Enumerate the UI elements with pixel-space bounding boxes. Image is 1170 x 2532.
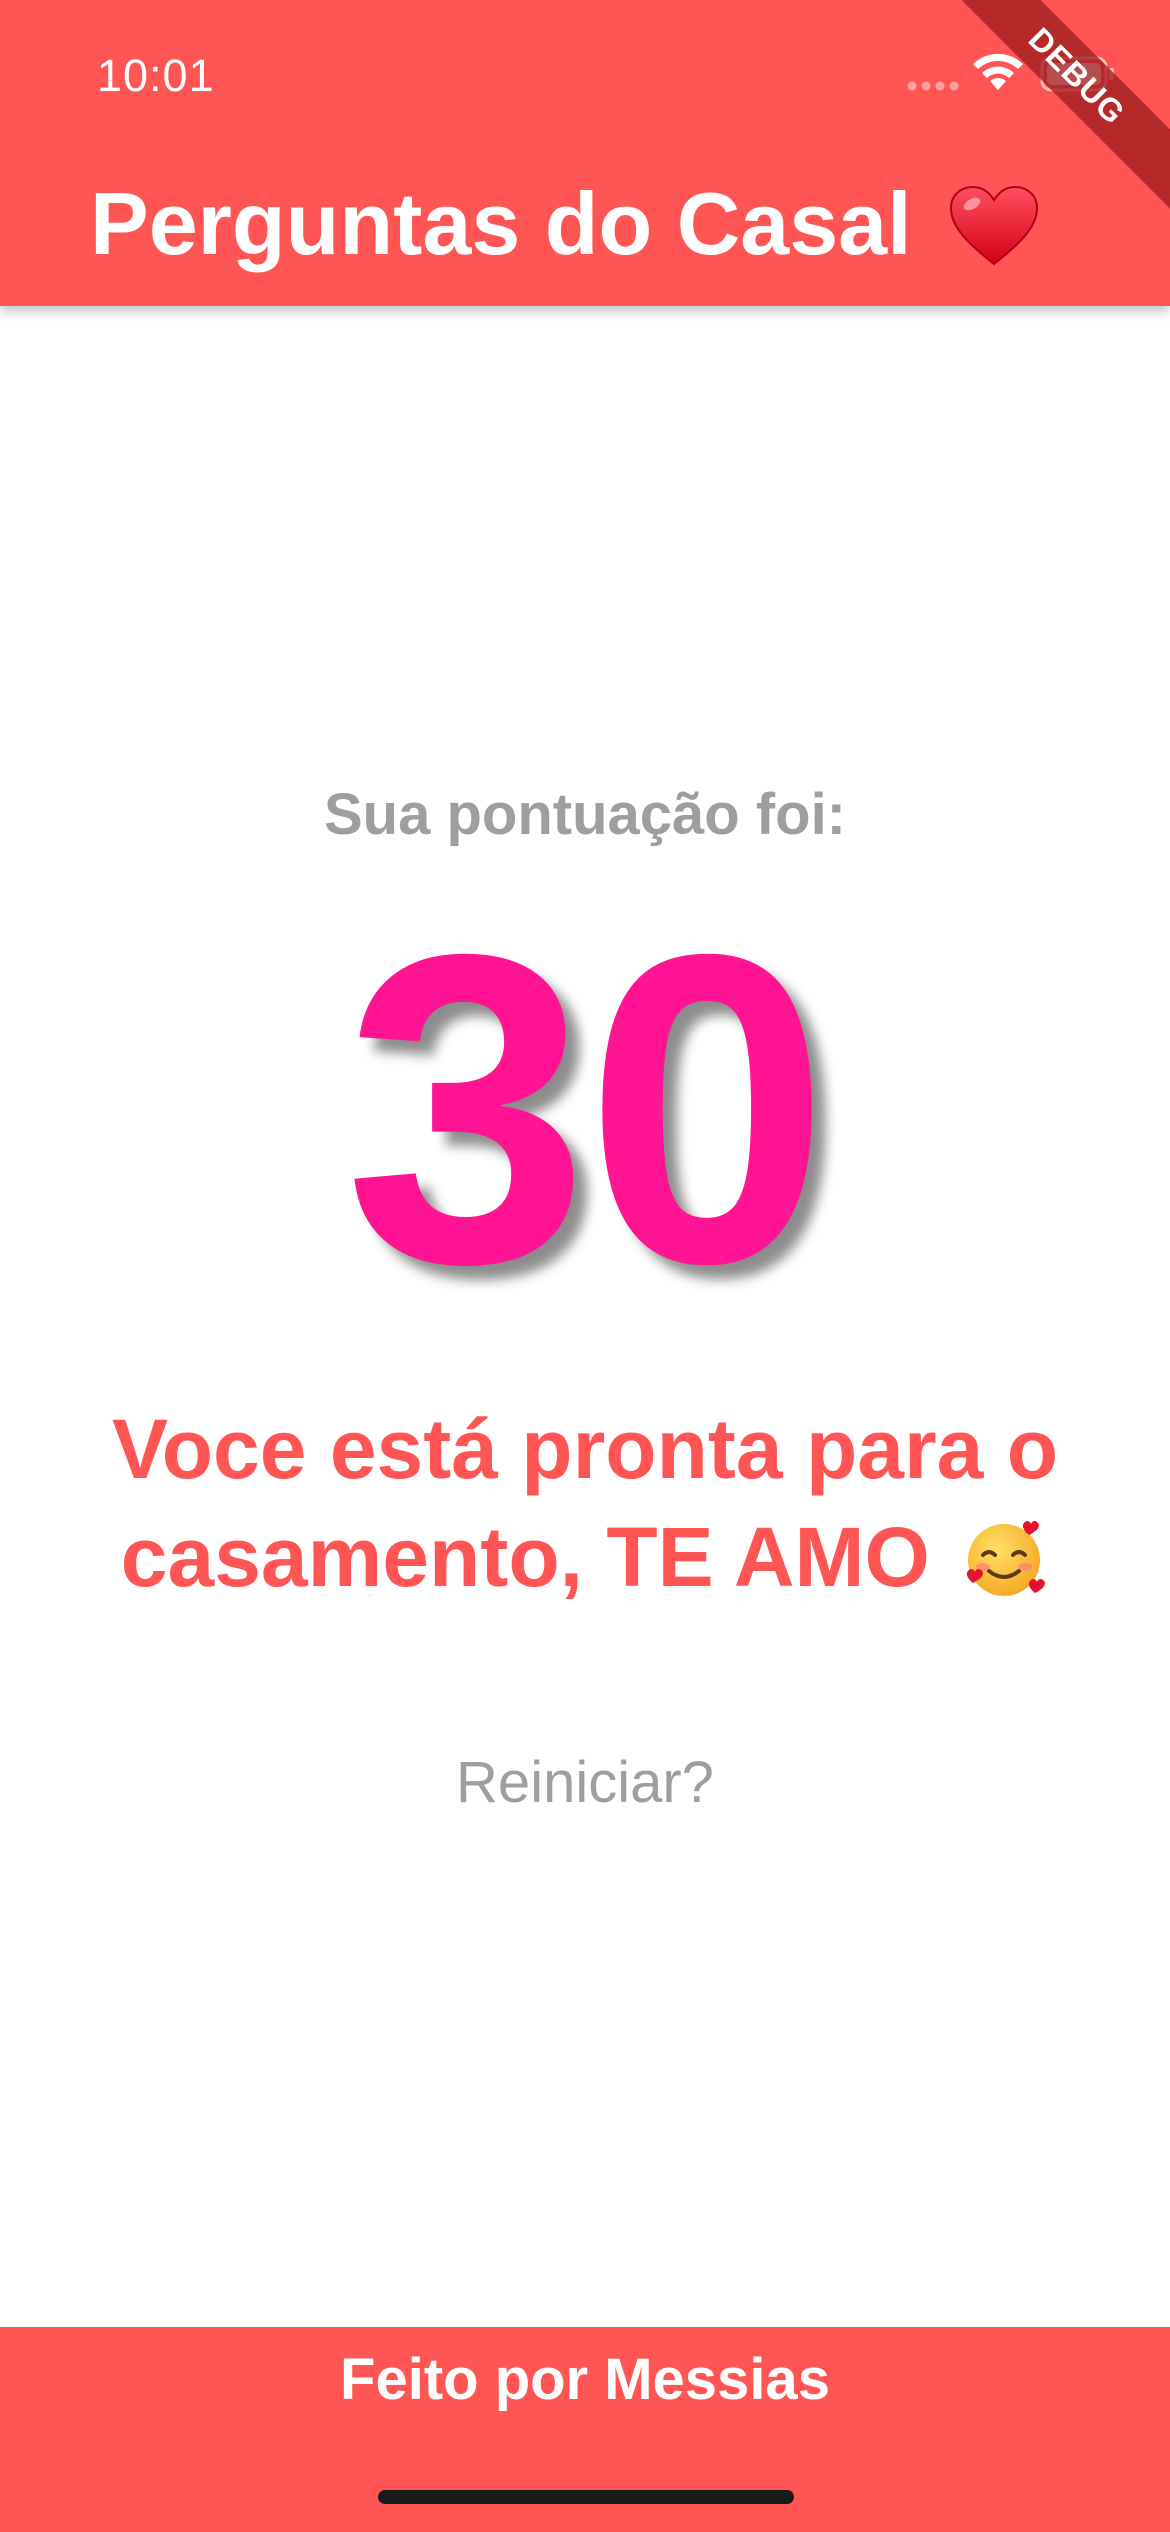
app-title: Perguntas do Casal: [90, 174, 1040, 274]
smiling-face-with-hearts-icon: [967, 1520, 1046, 1596]
home-indicator[interactable]: [378, 2490, 794, 2504]
app-screen: 10:01 Perguntas do Casal DEBUG Sua pontu…: [0, 0, 1170, 2532]
app-bar: 10:01 Perguntas do Casal: [0, 0, 1170, 306]
cellular-signal-icon: [907, 81, 959, 91]
status-bar-time: 10:01: [97, 50, 215, 101]
result-message: Voce está pronta para o casamento, TE AM…: [40, 1395, 1130, 1611]
score-value: 30: [344, 864, 829, 1355]
score-label: Sua pontuação foi:: [324, 782, 846, 847]
red-heart-icon: [950, 185, 1039, 266]
restart-button[interactable]: Reiniciar?: [385, 1748, 785, 1818]
footer-text: Feito por Messias: [340, 2347, 830, 2412]
app-title-text: Perguntas do Casal: [90, 174, 937, 273]
result-message-text: Voce está pronta para o casamento, TE AM…: [111, 1402, 1059, 1604]
